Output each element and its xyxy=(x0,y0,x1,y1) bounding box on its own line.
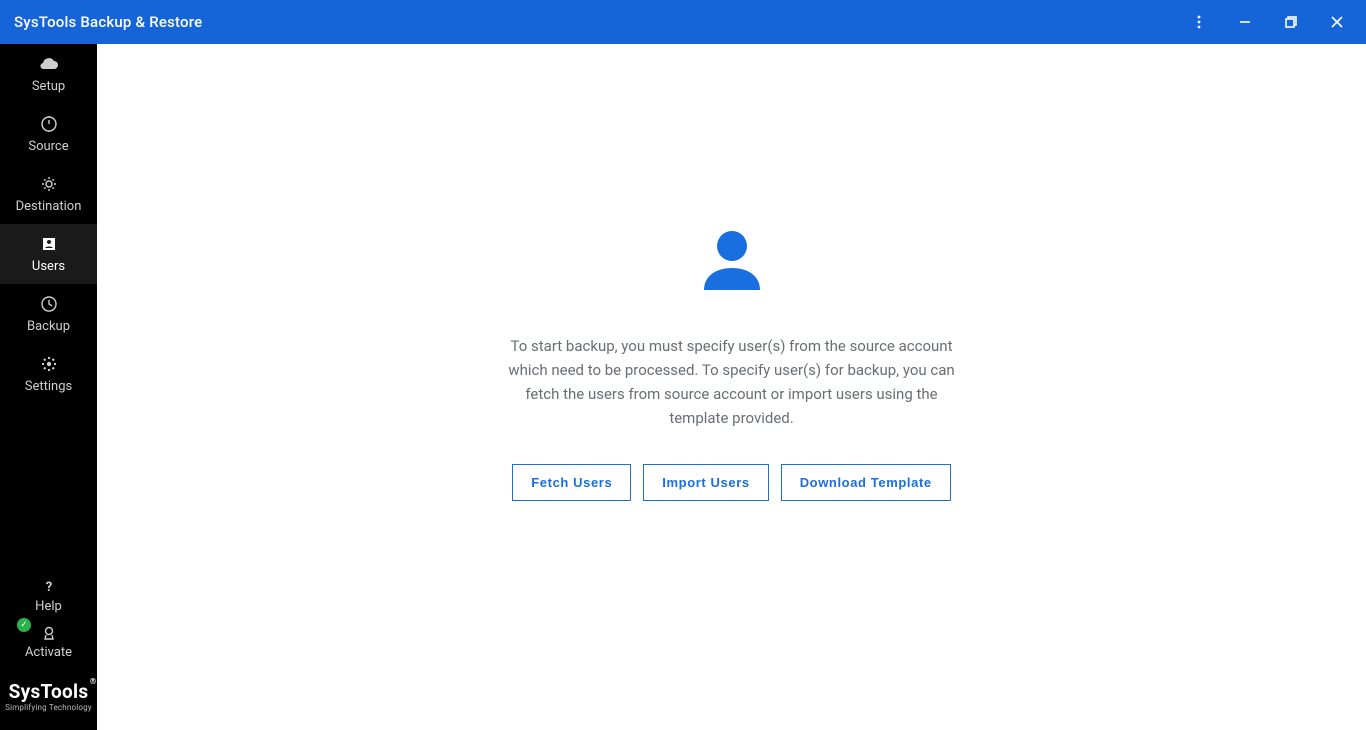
sidebar-item-label: Help xyxy=(35,599,62,614)
brand-name: SysTools xyxy=(9,680,89,703)
backup-icon xyxy=(40,294,58,314)
sidebar-item-label: Users xyxy=(32,259,65,274)
destination-icon xyxy=(40,174,58,194)
help-icon: ? xyxy=(41,577,57,597)
svg-text:?: ? xyxy=(45,580,51,595)
sidebar-item-setup[interactable]: Setup xyxy=(0,44,97,104)
cloud-icon xyxy=(38,54,60,74)
sidebar-item-help[interactable]: ? Help xyxy=(0,572,97,618)
brand-tagline: Simplifying Technology xyxy=(5,703,92,712)
registered-icon: ® xyxy=(90,678,97,686)
sidebar-item-backup[interactable]: Backup xyxy=(0,284,97,344)
sidebar-item-destination[interactable]: Destination xyxy=(0,164,97,224)
gear-icon xyxy=(40,354,58,374)
menu-kebab-button[interactable] xyxy=(1176,0,1222,44)
empty-state-description: To start backup, you must specify user(s… xyxy=(497,334,967,430)
sidebar-item-label: Source xyxy=(28,139,68,154)
user-icon xyxy=(696,224,768,300)
activate-icon xyxy=(41,623,57,643)
sidebar-item-label: Destination xyxy=(16,199,82,214)
sidebar-item-label: Settings xyxy=(25,379,72,394)
main-content: To start backup, you must specify user(s… xyxy=(97,44,1366,730)
window-controls xyxy=(1176,0,1360,44)
titlebar: SysTools Backup & Restore xyxy=(0,0,1366,44)
kebab-icon xyxy=(1192,15,1206,29)
app-title: SysTools Backup & Restore xyxy=(14,13,202,31)
fetch-users-button[interactable]: Fetch Users xyxy=(512,464,631,501)
minimize-button[interactable] xyxy=(1222,0,1268,44)
sidebar: Setup Source Destination Users xyxy=(0,44,97,730)
brand-logo: SysTools® Simplifying Technology xyxy=(0,664,97,724)
sidebar-item-label: Setup xyxy=(32,79,65,94)
sidebar-item-settings[interactable]: Settings xyxy=(0,344,97,404)
close-icon xyxy=(1330,15,1344,29)
activated-badge-icon xyxy=(17,618,31,632)
source-icon xyxy=(40,114,58,134)
users-icon xyxy=(40,234,58,254)
close-button[interactable] xyxy=(1314,0,1360,44)
sidebar-item-users[interactable]: Users xyxy=(0,224,97,284)
sidebar-item-activate[interactable]: Activate xyxy=(0,618,97,664)
sidebar-item-label: Backup xyxy=(27,319,70,334)
minimize-icon xyxy=(1238,15,1252,29)
download-template-button[interactable]: Download Template xyxy=(781,464,951,501)
import-users-button[interactable]: Import Users xyxy=(643,464,768,501)
action-buttons: Fetch Users Import Users Download Templa… xyxy=(512,464,950,501)
users-empty-state: To start backup, you must specify user(s… xyxy=(412,224,1052,501)
sidebar-item-label: Activate xyxy=(25,645,72,660)
restore-button[interactable] xyxy=(1268,0,1314,44)
sidebar-item-source[interactable]: Source xyxy=(0,104,97,164)
restore-icon xyxy=(1284,15,1298,29)
